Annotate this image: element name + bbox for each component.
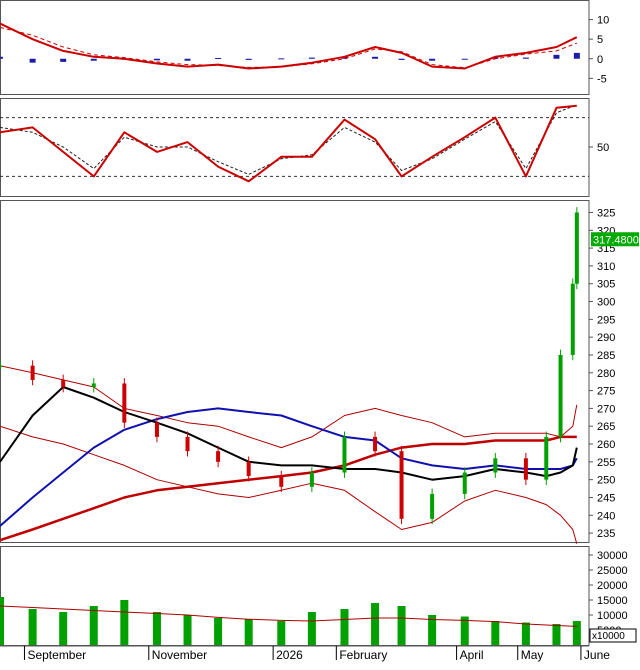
macd-histogram-bar	[553, 54, 560, 59]
price-candle-body	[462, 472, 467, 494]
stock-chart: 10 5 0 -5 50 325 320 315 310 305 300 295 290 285 280…	[0, 0, 640, 665]
price-candle-body	[30, 365, 35, 380]
macd-histogram-bar	[308, 57, 315, 59]
volume-bar	[59, 612, 68, 645]
macd-y-tick-label: 0	[597, 54, 603, 66]
stoch-y-tick-label: 50	[597, 142, 609, 154]
x-tick-label: 2026	[276, 648, 303, 662]
price-candle-body	[342, 436, 347, 473]
macd-histogram-bar	[278, 58, 285, 60]
price-candle-body	[91, 383, 96, 388]
volume-y-tick-label: 25000	[597, 565, 628, 577]
macd-histogram-bar	[429, 58, 436, 61]
volume-bar	[28, 609, 37, 645]
chart-svg: 1050-5 50 325320315310305300295290285280…	[0, 0, 640, 665]
volume-bar	[521, 622, 530, 645]
price-y-tick-label: 305	[597, 279, 615, 291]
price-candle-body	[570, 283, 575, 355]
volume-y-tick-label: 20000	[597, 580, 628, 592]
volume-bar	[277, 621, 286, 645]
price-candle-body	[430, 493, 435, 519]
macd-y-tick-label: 10	[597, 15, 609, 27]
price-y-tick-label: 285	[597, 350, 615, 362]
price-y-tick-label: 245	[597, 492, 615, 504]
price-candle-body	[493, 458, 498, 473]
x-tick-label: April	[460, 648, 484, 662]
x-tick-label: May	[521, 648, 544, 662]
volume-bar	[183, 615, 192, 645]
price-candle-body	[279, 476, 284, 487]
price-candle-body	[544, 436, 549, 480]
price-y-tick-label: 235	[597, 528, 615, 540]
volume-bar	[340, 609, 349, 645]
volume-bar	[371, 603, 380, 645]
price-candle-body	[216, 451, 221, 462]
macd-histogram-bar	[90, 58, 97, 61]
price-y-tick-label: 290	[597, 332, 615, 344]
volume-bar	[491, 621, 500, 645]
volume-bar	[214, 618, 223, 645]
price-y-tick-label: 295	[597, 314, 615, 326]
macd-histogram-bar	[573, 52, 580, 59]
price-y-tick-label: 265	[597, 421, 615, 433]
last-price-label: 317.4800	[593, 234, 639, 246]
macd-y-tick-label: 5	[597, 34, 603, 46]
price-y-tick-label: 300	[597, 297, 615, 309]
price-candle-body	[185, 436, 190, 452]
price-candle-body	[373, 436, 378, 452]
volume-unit-label: x10000	[592, 631, 625, 642]
price-candle-body	[122, 383, 127, 423]
price-y-tick-label: 260	[597, 439, 615, 451]
macd-histogram-bar	[184, 58, 191, 61]
price-candle-body	[309, 472, 314, 487]
volume-bar	[152, 612, 161, 645]
macd-y-tick-label: -5	[597, 73, 607, 85]
price-candle-body	[246, 461, 251, 477]
volume-y-tick-label: 30000	[597, 550, 628, 562]
volume-bar	[0, 597, 4, 645]
macd-histogram-bar	[522, 57, 529, 59]
macd-histogram-bar	[60, 58, 67, 62]
x-tick-label: November	[152, 648, 207, 662]
price-y-tick-label: 240	[597, 510, 615, 522]
volume-y-tick-label: 15000	[597, 595, 628, 607]
volume-bar	[89, 606, 98, 645]
price-candle-body	[574, 212, 579, 284]
macd-histogram-bar	[398, 58, 405, 60]
macd-histogram-bar	[153, 58, 160, 61]
price-candle-body	[399, 451, 404, 519]
price-y-tick-label: 310	[597, 261, 615, 273]
macd-histogram-bar	[0, 56, 3, 59]
price-candle-body	[523, 458, 528, 480]
price-y-tick-label: 250	[597, 475, 615, 487]
price-y-tick-label: 270	[597, 403, 615, 415]
volume-bar	[572, 621, 581, 645]
volume-bar	[307, 612, 316, 645]
price-candle-body	[0, 365, 2, 368]
price-y-tick-label: 255	[597, 457, 615, 469]
volume-y-tick-label: 10000	[597, 610, 628, 622]
price-y-tick-label: 275	[597, 386, 615, 398]
price-y-tick-label: 280	[597, 368, 615, 380]
x-tick-label: June	[584, 648, 610, 662]
volume-bar	[552, 624, 561, 645]
price-y-tick-label: 325	[597, 207, 615, 219]
macd-histogram-bar	[372, 56, 379, 59]
price-candle-body	[154, 422, 159, 437]
macd-histogram-bar	[29, 58, 36, 63]
price-candle-body	[558, 354, 563, 437]
price-candle-body	[61, 379, 66, 388]
volume-bar	[120, 600, 129, 645]
macd-histogram-bar	[215, 57, 222, 59]
x-tick-label: September	[27, 648, 86, 662]
volume-bar	[244, 619, 253, 645]
volume-bar	[397, 606, 406, 645]
macd-histogram-bar	[245, 58, 252, 60]
macd-histogram-bar	[461, 58, 468, 60]
x-tick-label: February	[339, 648, 387, 662]
